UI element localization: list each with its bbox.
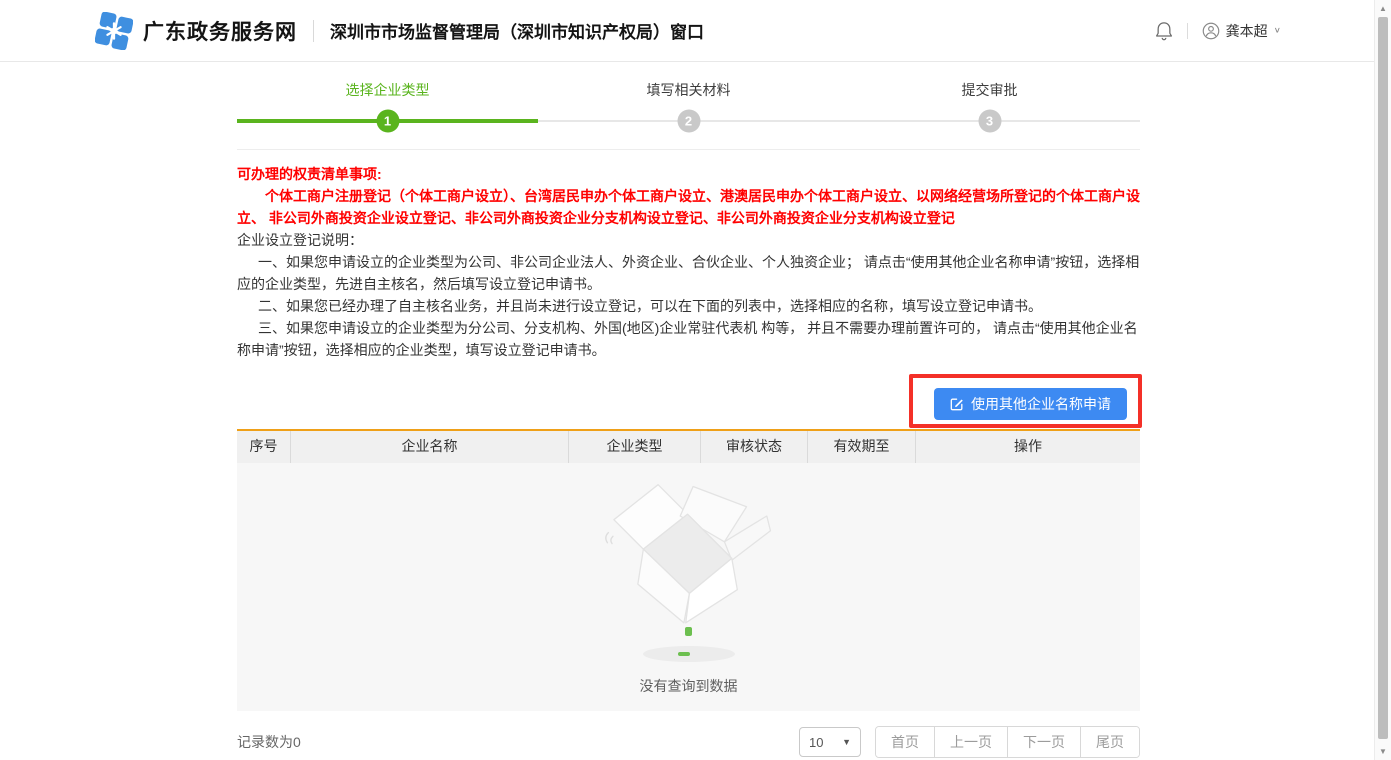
last-page-button[interactable]: 尾页 — [1080, 727, 1139, 757]
step-label-2: 填写相关材料 — [538, 80, 839, 100]
step-label-3: 提交审批 — [839, 80, 1140, 100]
notice-heading: 可办理的权责清单事项: — [237, 163, 1140, 185]
shadow-ellipse — [643, 646, 735, 662]
user-menu[interactable]: 龚本超 ∨ — [1202, 21, 1281, 41]
use-other-company-name-button[interactable]: 使用其他企业名称申请 — [934, 388, 1127, 420]
col-serial-no: 序号 — [237, 431, 290, 463]
col-audit-status: 审核状态 — [700, 431, 807, 463]
notification-bell-icon[interactable] — [1155, 21, 1173, 41]
desc-title: 企业设立登记说明： — [237, 229, 1140, 251]
col-valid-until: 有效期至 — [807, 431, 915, 463]
chevron-down-icon: ∨ — [1274, 26, 1281, 35]
desc-item-1: 一、如果您申请设立的企业类型为公司、非公司企业法人、外资企业、合伙企业、个人独资… — [237, 251, 1140, 295]
prev-page-button[interactable]: 上一页 — [934, 727, 1007, 757]
notice-red-paragraph: 个体工商户注册登记（个体工商户设立）、台湾居民申办个体工商户设立、港澳居民申办个… — [237, 185, 1140, 229]
green-dash — [678, 652, 690, 656]
user-avatar-icon — [1202, 22, 1220, 40]
step-1: 1 — [237, 109, 538, 133]
step-indicator: 选择企业类型 填写相关材料 提交审批 1 2 3 — [237, 62, 1140, 150]
step-circle-1: 1 — [376, 110, 399, 133]
window-title: 深圳市市场监督管理局（深圳市知识产权局）窗口 — [330, 18, 704, 43]
apply-button-label: 使用其他企业名称申请 — [971, 394, 1111, 414]
pagination: 10 ▼ 首页 上一页 下一页 尾页 — [799, 726, 1140, 758]
empty-text: 没有查询到数据 — [640, 676, 738, 696]
table-empty-state: 没有查询到数据 — [237, 463, 1140, 711]
scroll-up-arrow-icon[interactable]: ▲ — [1375, 4, 1391, 13]
action-row: 使用其他企业名称申请 — [237, 388, 1140, 420]
caret-down-icon: ▼ — [842, 737, 851, 747]
main-content: 选择企业类型 填写相关材料 提交审批 1 2 3 — [237, 62, 1140, 758]
record-count: 记录数为0 — [237, 732, 301, 752]
site-title: 广东政务服务网 — [143, 16, 297, 46]
top-navbar: 广东政务服务网 深圳市市场监督管理局（深圳市知识产权局）窗口 龚本超 ∨ — [0, 0, 1391, 62]
page-size-select[interactable]: 10 ▼ — [799, 727, 861, 757]
green-dot — [685, 627, 692, 636]
scroll-down-arrow-icon[interactable]: ▼ — [1375, 747, 1391, 756]
section-divider — [237, 149, 1140, 150]
desc-item-3: 三、如果您申请设立的企业类型为分公司、分支机构、外国(地区)企业常驻代表机 构等… — [237, 317, 1140, 361]
scrollbar-thumb[interactable] — [1378, 17, 1388, 739]
table-footer: 记录数为0 10 ▼ 首页 上一页 下一页 尾页 — [237, 726, 1140, 758]
step-label-1: 选择企业类型 — [237, 80, 538, 100]
step-circle-3: 3 — [978, 110, 1001, 133]
first-page-button[interactable]: 首页 — [876, 727, 934, 757]
page: 广东政务服务网 深圳市市场监督管理局（深圳市知识产权局）窗口 龚本超 ∨ — [0, 0, 1391, 760]
pager-button-group: 首页 上一页 下一页 尾页 — [875, 726, 1140, 758]
header-right-group: 龚本超 ∨ — [1155, 21, 1281, 41]
desc-item-2: 二、如果您已经办理了自主核名业务，并且尚未进行设立登记，可以在下面的列表中，选择… — [237, 295, 1140, 317]
page-size-value: 10 — [809, 735, 823, 750]
user-name: 龚本超 — [1226, 21, 1268, 41]
vertical-scrollbar[interactable]: ▲ ▼ — [1374, 0, 1391, 760]
gov-service-logo-icon — [95, 12, 133, 50]
header-mini-divider — [1187, 23, 1188, 39]
edit-pencil-icon — [950, 397, 964, 411]
step-circle-2: 2 — [677, 110, 700, 133]
step-3: 3 — [839, 109, 1140, 133]
name-list-table: 序号 企业名称 企业类型 审核状态 有效期至 操作 — [237, 429, 1140, 711]
notice-section: 可办理的权责清单事项: 个体工商户注册登记（个体工商户设立）、台湾居民申办个体工… — [237, 163, 1140, 361]
step-2: 2 — [538, 109, 839, 133]
table-header-row: 序号 企业名称 企业类型 审核状态 有效期至 操作 — [237, 431, 1140, 463]
col-company-name: 企业名称 — [290, 431, 568, 463]
next-page-button[interactable]: 下一页 — [1007, 727, 1080, 757]
col-operation: 操作 — [915, 431, 1140, 463]
empty-box-icon — [601, 477, 776, 625]
header-divider — [313, 20, 314, 42]
col-company-type: 企业类型 — [568, 431, 700, 463]
